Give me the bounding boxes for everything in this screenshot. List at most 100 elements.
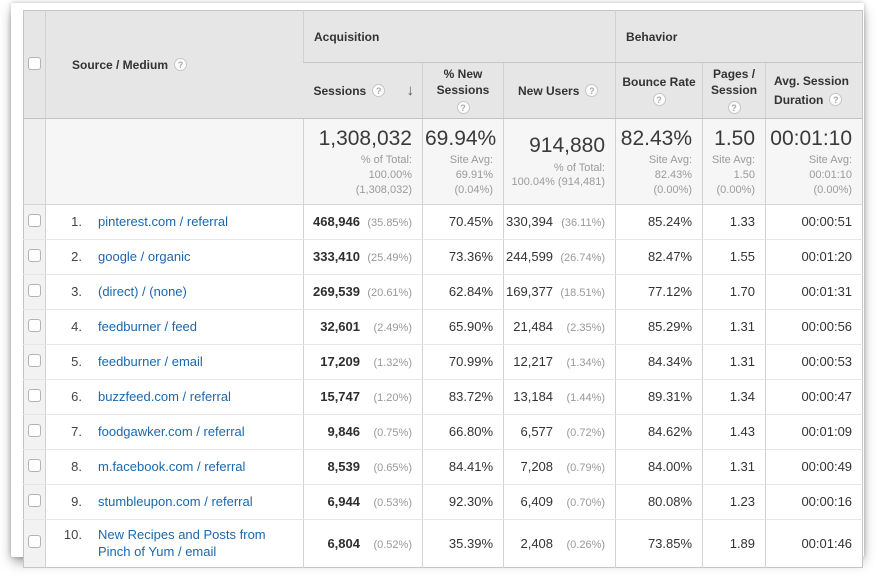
pages-session-cell: 1.31 — [703, 449, 766, 484]
source-medium-link[interactable]: buzzfeed.com / referral — [98, 388, 231, 406]
sessions-percent: (0.65%) — [360, 462, 412, 474]
source-medium-cell: 9. stumbleupon.com / referral — [46, 484, 304, 519]
help-icon[interactable]: ? — [585, 84, 598, 97]
new-users-percent: (26.74%) — [553, 252, 605, 264]
column-header-sessions[interactable]: Sessions? ↓ — [304, 63, 423, 119]
new-users-percent: (0.26%) — [553, 539, 605, 551]
pages-session-cell: 1.89 — [703, 519, 766, 567]
select-all-checkbox[interactable] — [28, 57, 41, 70]
help-icon[interactable]: ? — [457, 101, 470, 114]
new-users-value: 6,577 — [520, 424, 553, 439]
row-checkbox[interactable] — [28, 249, 41, 262]
new-sessions-cell: 70.99% — [423, 344, 504, 379]
source-medium-link[interactable]: (direct) / (none) — [98, 283, 187, 301]
new-users-percent: (36.11%) — [553, 217, 605, 229]
column-header-new-users[interactable]: New Users? — [504, 63, 616, 119]
sessions-value: 17,209 — [320, 354, 360, 369]
table-row: 6. buzzfeed.com / referral 15,747(1.20%)… — [24, 379, 863, 414]
source-medium-link[interactable]: New Recipes and Posts from Pinch of Yum … — [98, 526, 297, 561]
avg-duration-cell: 00:00:53 — [766, 344, 863, 379]
column-header-bounce-rate[interactable]: Bounce Rate ? — [616, 63, 703, 119]
row-checkbox[interactable] — [28, 354, 41, 367]
summary-value: 00:01:10 — [768, 127, 852, 151]
new-users-percent: (18.51%) — [553, 287, 605, 299]
column-label: Sessions — [314, 84, 367, 98]
new-users-cell: 6,577(0.72%) — [504, 414, 616, 449]
new-users-value: 6,409 — [520, 494, 553, 509]
row-rank: 4. — [58, 318, 82, 336]
source-medium-cell: 8. m.facebook.com / referral — [46, 449, 304, 484]
summary-subtext: Site Avg: — [425, 153, 493, 168]
sessions-value: 269,539 — [313, 284, 360, 299]
column-header-pages-session[interactable]: Pages / Session ? — [703, 63, 766, 119]
row-checkbox[interactable] — [28, 535, 41, 548]
new-sessions-cell: 35.39% — [423, 519, 504, 567]
row-checkbox[interactable] — [28, 389, 41, 402]
new-sessions-cell: 73.36% — [423, 239, 504, 274]
row-checkbox[interactable] — [28, 214, 41, 227]
pages-session-cell: 1.43 — [703, 414, 766, 449]
summary-subtext: 69.91% — [425, 168, 493, 183]
table-row: 7. foodgawker.com / referral 9,846(0.75%… — [24, 414, 863, 449]
help-icon[interactable]: ? — [829, 93, 842, 106]
source-medium-table: Source / Medium? Acquisition Behavior Se… — [23, 10, 863, 568]
bounce-rate-cell: 89.31% — [616, 379, 703, 414]
help-icon[interactable]: ? — [174, 58, 187, 71]
row-rank: 7. — [58, 423, 82, 441]
row-checkbox[interactable] — [28, 319, 41, 332]
new-users-value: 21,484 — [513, 319, 553, 334]
new-users-percent: (2.35%) — [553, 322, 605, 334]
summary-avg-duration: 00:01:10 Site Avg: 00:01:10 (0.00%) — [766, 119, 863, 205]
row-checkbox-cell — [24, 449, 46, 484]
row-checkbox[interactable] — [28, 424, 41, 437]
source-medium-cell: 6. buzzfeed.com / referral — [46, 379, 304, 414]
sessions-cell: 15,747(1.20%) — [304, 379, 423, 414]
sessions-cell: 6,944(0.53%) — [304, 484, 423, 519]
avg-duration-cell: 00:01:46 — [766, 519, 863, 567]
column-header-new-sessions[interactable]: % New Sessions ? — [423, 63, 504, 119]
summary-empty-cell — [46, 119, 304, 205]
source-medium-link[interactable]: m.facebook.com / referral — [98, 458, 245, 476]
new-sessions-cell: 65.90% — [423, 309, 504, 344]
source-medium-link[interactable]: feedburner / email — [98, 353, 203, 371]
source-medium-cell: 4. feedburner / feed — [46, 309, 304, 344]
sessions-value: 6,944 — [327, 494, 360, 509]
help-icon[interactable]: ? — [372, 84, 385, 97]
row-checkbox[interactable] — [28, 284, 41, 297]
help-icon[interactable]: ? — [653, 93, 666, 106]
source-medium-link[interactable]: stumbleupon.com / referral — [98, 493, 253, 511]
column-header-avg-session-duration[interactable]: Avg. Session Duration? — [766, 63, 863, 119]
avg-duration-cell: 00:01:20 — [766, 239, 863, 274]
row-checkbox[interactable] — [28, 459, 41, 472]
new-users-cell: 13,184(1.44%) — [504, 379, 616, 414]
new-sessions-cell: 62.84% — [423, 274, 504, 309]
source-medium-cell: 3. (direct) / (none) — [46, 274, 304, 309]
analytics-report-screenshot: Source / Medium? Acquisition Behavior Se… — [0, 0, 880, 585]
avg-duration-cell: 00:00:56 — [766, 309, 863, 344]
row-checkbox-cell — [24, 309, 46, 344]
sessions-percent: (2.49%) — [360, 322, 412, 334]
pages-session-cell: 1.23 — [703, 484, 766, 519]
new-sessions-cell: 66.80% — [423, 414, 504, 449]
summary-row: 1,308,032 % of Total: 100.00% (1,308,032… — [24, 119, 863, 205]
sort-descending-icon[interactable]: ↓ — [407, 82, 415, 99]
row-checkbox-cell — [24, 379, 46, 414]
source-medium-link[interactable]: pinterest.com / referral — [98, 213, 228, 231]
source-medium-link[interactable]: google / organic — [98, 248, 191, 266]
source-medium-link[interactable]: feedburner / feed — [98, 318, 197, 336]
sessions-cell: 468,946(35.85%) — [304, 204, 423, 239]
avg-duration-cell: 00:01:09 — [766, 414, 863, 449]
column-header-source-medium[interactable]: Source / Medium? — [46, 11, 304, 119]
summary-subtext: Site Avg: — [768, 153, 852, 168]
summary-subtext: 82.43% — [618, 168, 692, 183]
row-checkbox[interactable] — [28, 494, 41, 507]
help-icon[interactable]: ? — [728, 101, 741, 114]
row-rank: 10. — [58, 526, 82, 544]
table-row: 1. pinterest.com / referral 468,946(35.8… — [24, 204, 863, 239]
summary-subtext: (0.04%) — [425, 183, 493, 198]
sessions-value: 15,747 — [320, 389, 360, 404]
table-row: 2. google / organic 333,410(25.49%) 73.3… — [24, 239, 863, 274]
sessions-cell: 6,804(0.52%) — [304, 519, 423, 567]
summary-new-users: 914,880 % of Total: 100.04% (914,481) — [504, 119, 616, 205]
source-medium-link[interactable]: foodgawker.com / referral — [98, 423, 245, 441]
